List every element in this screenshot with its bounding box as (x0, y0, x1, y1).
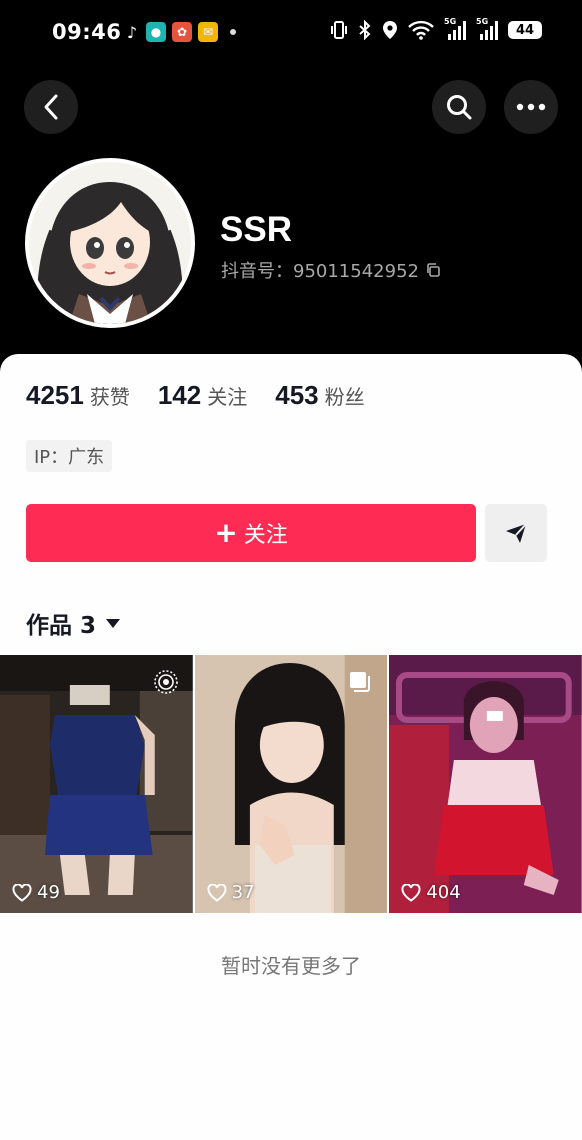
follow-button[interactable]: + 关注 (26, 504, 476, 562)
stat-number: 453 (275, 380, 319, 410)
profile-header: 09:46 ♪ ● ✿ ✉ 5G 5G 44 SSR 抖音号：950115429… (0, 0, 582, 380)
post-image (389, 655, 582, 913)
avatar-illustration (29, 162, 191, 324)
caret-down-icon (106, 618, 121, 628)
profile-stats: 4251 获赞 142 关注 453 粉丝 (26, 380, 393, 411)
signal-label: 5G (444, 17, 457, 26)
vibrate-icon (331, 21, 347, 39)
no-more-content-note: 暂时没有更多了 (221, 954, 361, 978)
app-red-icon: ✿ (172, 22, 192, 42)
wifi-icon (408, 20, 434, 40)
system-icons: 5G 5G 44 (330, 17, 542, 40)
stat-number: 142 (157, 380, 202, 410)
more-dots-icon (516, 103, 546, 111)
post-thumbnail[interactable]: 49 (0, 655, 193, 913)
stat-followers[interactable]: 453 粉丝 (275, 380, 364, 411)
post-likes: 404 (401, 882, 461, 903)
avatar[interactable] (25, 158, 195, 328)
tab-works[interactable]: 作品 3 (26, 606, 121, 640)
like-count: 404 (426, 882, 461, 903)
search-icon (447, 95, 472, 120)
status-time: 09:46 (52, 20, 122, 44)
notification-icons: ♪ ● ✿ ✉ (124, 22, 236, 42)
send-icon (506, 523, 527, 543)
live-photo-icon (153, 670, 178, 694)
app-yellow-icon: ✉ (198, 22, 218, 42)
post-likes: 49 (12, 882, 60, 903)
douyin-id-text: 抖音号：95011542952 (221, 261, 419, 282)
post-likes: 37 (207, 882, 255, 903)
stat-following[interactable]: 142 关注 (158, 380, 247, 411)
app-teal-icon: ● (146, 22, 166, 42)
share-button[interactable] (485, 504, 547, 562)
follow-label: 关注 (243, 523, 288, 548)
stat-label: 获赞 (89, 385, 130, 409)
heart-icon (12, 883, 32, 902)
heart-icon (401, 883, 421, 902)
multi-image-icon (350, 672, 371, 692)
douyin-id[interactable]: 抖音号：95011542952 (221, 257, 441, 283)
works-tab-label: 作品 3 (26, 613, 97, 639)
chevron-left-icon (44, 94, 58, 120)
post-thumbnail[interactable]: 37 (194, 655, 388, 913)
signal-label: 5G (476, 17, 489, 26)
battery-indicator: 44 (508, 21, 542, 39)
location-icon (383, 21, 397, 39)
post-thumbnail[interactable]: 404 (389, 655, 582, 913)
search-button[interactable] (432, 80, 486, 134)
status-bar: 09:46 ♪ ● ✿ ✉ 5G 5G 44 (0, 0, 582, 64)
more-button[interactable] (504, 80, 558, 134)
heart-icon (207, 883, 227, 902)
stat-likes[interactable]: 4251 获赞 (26, 380, 130, 411)
ip-location-tag: IP：广东 (26, 440, 113, 472)
dot-icon (230, 29, 236, 35)
like-count: 49 (37, 882, 60, 903)
signal-5g-icon: 5G (444, 17, 466, 40)
plus-icon: + (214, 516, 238, 549)
username: SSR (220, 210, 292, 249)
like-count: 37 (231, 882, 255, 903)
posts-grid: 49 37 404 (0, 655, 582, 913)
stat-label: 粉丝 (324, 385, 365, 409)
stat-number: 4251 (26, 380, 84, 410)
bluetooth-icon (359, 20, 371, 40)
stat-label: 关注 (207, 385, 248, 409)
copy-icon[interactable] (425, 262, 441, 278)
back-button[interactable] (24, 80, 78, 134)
tiktok-icon: ♪ (126, 22, 138, 42)
signal-5g-icon: 5G (476, 17, 498, 40)
